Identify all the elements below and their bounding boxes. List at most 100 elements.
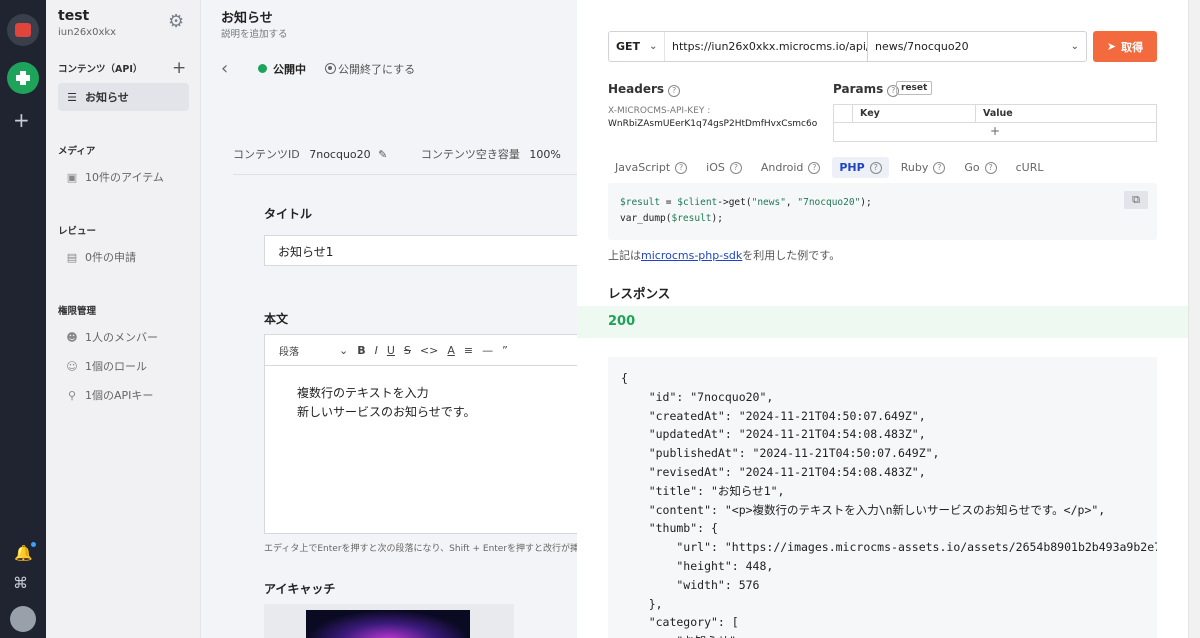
params-label-text: Params: [833, 82, 884, 96]
help-icon[interactable]: ?: [984, 161, 997, 174]
code-icon[interactable]: <>: [420, 344, 438, 357]
capacity-value: 100%: [529, 148, 561, 161]
sdk-note: 上記はmicrocms-php-sdkを利用した例です。: [608, 247, 840, 263]
quote-icon[interactable]: ”: [502, 344, 508, 357]
headers-label-text: Headers: [608, 82, 665, 96]
help-icon[interactable]: ?: [729, 161, 742, 174]
sidebar-item-api-keys[interactable]: ⚲ 1個のAPIキー: [58, 381, 189, 409]
plus-icon[interactable]: +: [13, 110, 30, 130]
status-badge: 公開中: [273, 63, 306, 76]
editor-line: 新しいサービスのお知らせです。: [297, 405, 476, 419]
api-preview-panel: GET ⌄ https://iun26x0xkx.microcms.io/api…: [577, 0, 1188, 638]
request-bar: GET ⌄ https://iun26x0xkx.microcms.io/api…: [608, 31, 1087, 62]
params-index-cell: [834, 105, 853, 122]
path-value: news/7nocquo20: [875, 40, 969, 53]
thumb-image: [306, 610, 470, 638]
add-param-button[interactable]: +: [834, 123, 1156, 141]
tab-label: JavaScript: [615, 161, 671, 174]
rich-text-editor[interactable]: 複数行のテキストを入力 新しいサービスのお知らせです。: [264, 366, 584, 534]
tab-ruby[interactable]: Ruby?: [894, 157, 953, 178]
thumb-image-box[interactable]: [264, 604, 514, 638]
copy-icon[interactable]: ⧉: [1124, 191, 1148, 209]
pencil-icon[interactable]: ✎: [378, 148, 387, 161]
sidebar-item-roles[interactable]: ☺ 1個のロール: [58, 352, 189, 380]
tab-php[interactable]: PHP?: [832, 157, 889, 178]
editor-line: 複数行のテキストを入力: [297, 386, 429, 400]
bell-icon[interactable]: 🔔: [14, 544, 33, 562]
underline-icon[interactable]: U: [387, 344, 395, 357]
sidebar-item-news[interactable]: ☰ お知らせ: [58, 83, 189, 111]
json-line: "url": "https://images.microcms-assets.i…: [621, 540, 1157, 555]
microcms-logo[interactable]: [7, 14, 39, 46]
reset-button[interactable]: reset: [896, 81, 933, 95]
title-field-label: タイトル: [264, 207, 313, 221]
tab-android[interactable]: Android?: [754, 157, 828, 178]
sidebar-item-review[interactable]: ▤ 0件の申請: [58, 243, 189, 271]
list-icon: ☰: [67, 90, 77, 104]
json-line: "content": "<p>複数行のテキストを入力\n新しいサービスのお知らせ…: [621, 502, 1106, 517]
sidebar-item-members[interactable]: ☻ 1人のメンバー: [58, 323, 189, 351]
params-label: Params?: [833, 82, 900, 97]
content-id-label: コンテンツID: [233, 148, 300, 161]
fetch-button[interactable]: ➤ 取得: [1093, 31, 1157, 62]
section-title-permissions: 権限管理: [58, 306, 97, 317]
send-icon: ➤: [1106, 40, 1117, 53]
chevron-down-icon: ⌄: [1070, 41, 1079, 52]
method-select[interactable]: GET ⌄: [609, 32, 665, 61]
help-icon[interactable]: ?: [933, 161, 946, 174]
json-line: "publishedAt": "2024-11-21T04:50:07.649Z…: [621, 446, 940, 461]
json-line: "お知らせ": [621, 632, 1144, 638]
chevron-down-icon[interactable]: ⌄: [339, 344, 348, 357]
back-arrow-icon[interactable]: ‹: [221, 58, 228, 79]
json-line: "revisedAt": "2024-11-21T04:54:08.483Z",: [621, 464, 926, 479]
tab-javascript[interactable]: JavaScript?: [608, 157, 694, 178]
sidebar-item-media[interactable]: ▣ 10件のアイテム: [58, 163, 189, 191]
align-icon[interactable]: ≡: [464, 344, 473, 357]
sdk-note-suffix: を利用した例です。: [742, 249, 841, 262]
tab-curl[interactable]: cURL: [1009, 157, 1051, 178]
tab-go[interactable]: Go?: [957, 157, 1003, 178]
header-value: WnRbiZAsmUEerK1q74gsP2HtDmfHvxCsmc6o: [608, 119, 818, 129]
unpublish-button[interactable]: 公開終了にする: [325, 61, 415, 77]
help-icon[interactable]: ?: [808, 161, 821, 174]
italic-icon[interactable]: I: [375, 344, 378, 357]
sdk-note-prefix: 上記は: [608, 249, 641, 262]
service-id: iun26x0xkx: [58, 27, 117, 38]
params-table: Key Value +: [833, 104, 1157, 142]
page-title: お知らせ: [221, 11, 273, 26]
content-id-value: 7nocquo20: [309, 148, 371, 161]
text-color-icon[interactable]: A: [447, 344, 455, 357]
editor-toolbar: 段落 ⌄ B I U S <> A ≡ — ”: [264, 334, 584, 366]
strikethrough-icon[interactable]: S: [404, 344, 411, 357]
tab-ios[interactable]: iOS?: [699, 157, 749, 178]
add-api-icon[interactable]: +: [172, 58, 186, 78]
service-name: test: [58, 8, 90, 24]
scrollbar[interactable]: [1188, 0, 1200, 638]
code-line: $result = $client->get("news", "7nocquo2…: [620, 197, 872, 208]
avatar[interactable]: [10, 606, 36, 632]
sdk-link[interactable]: microcms-php-sdk: [641, 249, 742, 262]
add-description-link[interactable]: 説明を追加する: [221, 26, 288, 40]
horizontal-rule-icon[interactable]: —: [482, 344, 493, 357]
params-add-row: +: [834, 123, 1156, 141]
tab-label: Go: [964, 161, 980, 174]
radio-icon[interactable]: ⌘: [13, 574, 28, 592]
project-icon[interactable]: [7, 62, 39, 94]
sidebar-item-label: お知らせ: [85, 91, 129, 104]
json-line: "id": "7nocquo20",: [621, 389, 774, 404]
bold-icon[interactable]: B: [357, 344, 365, 357]
help-icon[interactable]: ?: [869, 161, 882, 174]
sidebar-item-label: 1個のロール: [85, 360, 147, 373]
help-icon[interactable]: ?: [668, 85, 681, 97]
headers-label: Headers?: [608, 82, 681, 97]
params-key-header: Key: [853, 105, 976, 122]
path-select[interactable]: news/7nocquo20 ⌄: [868, 40, 1086, 53]
json-line: "height": 448,: [621, 558, 774, 573]
title-input[interactable]: お知らせ1: [264, 235, 584, 266]
status-bar: 200: [577, 306, 1188, 338]
sidebar-item-label: 1個のAPIキー: [85, 389, 154, 402]
paragraph-select[interactable]: 段落: [279, 343, 299, 358]
base-url: https://iun26x0xkx.microcms.io/api/v1/: [665, 32, 868, 61]
help-icon[interactable]: ?: [675, 161, 688, 174]
gear-icon[interactable]: ⚙: [168, 11, 184, 32]
